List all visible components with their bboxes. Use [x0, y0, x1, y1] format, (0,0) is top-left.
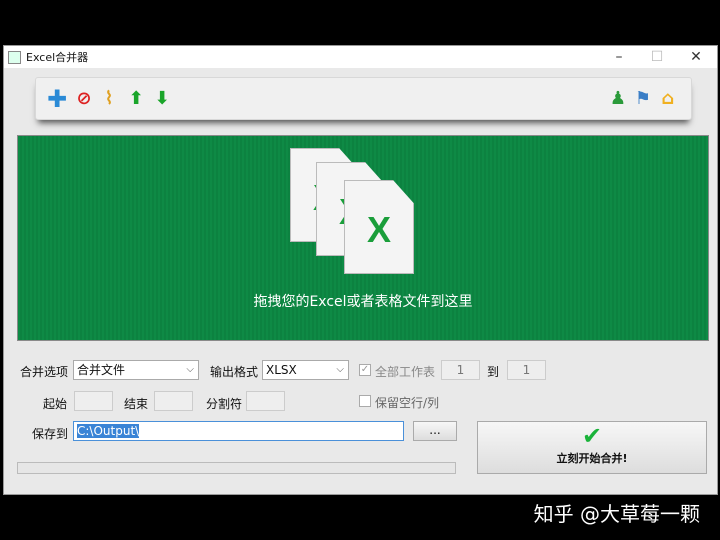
start-input[interactable]: [74, 391, 113, 411]
home-icon[interactable]: ⌂: [657, 88, 679, 110]
chevron-down-icon: ⌵: [186, 364, 194, 375]
save-to-label: 保存到: [32, 427, 69, 441]
toolbar: ✚ ⊘ ⌇ ⬆ ⬇ ♟ ⚑ ⌂: [35, 77, 692, 120]
add-icon[interactable]: ✚: [46, 87, 68, 111]
remove-icon[interactable]: ⊘: [73, 88, 95, 110]
output-format-select[interactable]: XLSX ⌵: [262, 360, 349, 380]
merge-option-select[interactable]: 合并文件 ⌵: [73, 360, 199, 380]
window-title: Excel合并器: [26, 51, 89, 64]
file-drop-zone[interactable]: X X X 拖拽您的Excel或者表格文件到这里: [17, 135, 709, 341]
merge-option-label: 合并选项: [20, 365, 69, 379]
flag-icon[interactable]: ⚑: [632, 88, 654, 110]
to-label: 到: [487, 365, 500, 379]
start-merge-button[interactable]: ✔ 立刻开始合并!: [477, 421, 707, 474]
maximize-button[interactable]: ☐: [637, 46, 677, 68]
chevron-down-icon: ⌵: [336, 364, 344, 375]
close-button[interactable]: ✕: [676, 46, 716, 68]
keep-empty-label: 保留空行/列: [375, 396, 440, 410]
watermark: 知乎 @大草莓一颗: [533, 502, 700, 526]
sheet-to-input[interactable]: 1: [507, 360, 546, 380]
drop-hint: 拖拽您的Excel或者表格文件到这里: [253, 294, 473, 310]
excel-file-icon: X: [344, 180, 414, 274]
start-label: 起始: [43, 397, 68, 411]
app-icon: [8, 50, 21, 64]
save-path-input[interactable]: C:\Output\: [73, 421, 404, 441]
all-sheets-checkbox[interactable]: ✓: [359, 364, 371, 376]
output-format-label: 输出格式: [210, 365, 259, 379]
user-icon[interactable]: ♟: [607, 88, 629, 110]
end-input[interactable]: [154, 391, 193, 411]
checkmark-icon: ✔: [581, 422, 603, 450]
minimize-button[interactable]: –: [599, 46, 639, 68]
start-merge-label: 立刻开始合并!: [556, 452, 628, 465]
progress-bar: [17, 462, 456, 474]
app-window: Excel合并器 – ☐ ✕ ✚ ⊘ ⌇ ⬆ ⬇ ♟ ⚑ ⌂ X X X 拖拽您…: [3, 45, 718, 495]
browse-button[interactable]: ...: [413, 421, 457, 441]
clear-broom-icon[interactable]: ⌇: [98, 88, 120, 110]
move-up-icon[interactable]: ⬆: [125, 88, 147, 110]
title-bar: Excel合并器 – ☐ ✕: [4, 46, 717, 68]
move-down-icon[interactable]: ⬇: [151, 88, 173, 110]
keep-empty-checkbox[interactable]: [359, 395, 371, 407]
separator-input[interactable]: [246, 391, 285, 411]
separator-label: 分割符: [206, 397, 243, 411]
end-label: 结束: [124, 397, 149, 411]
all-sheets-label: 全部工作表: [375, 365, 436, 379]
sheet-from-input[interactable]: 1: [441, 360, 480, 380]
